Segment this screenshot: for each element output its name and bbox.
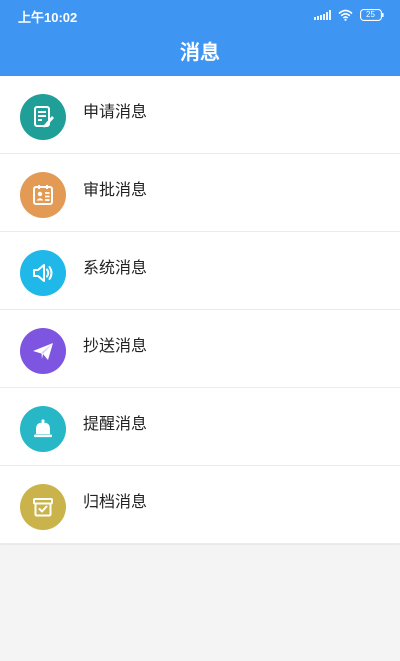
battery-icon: 25 <box>360 9 384 21</box>
message-label: 抄送消息 <box>83 336 148 355</box>
speaker-icon <box>20 250 66 296</box>
edit-document-icon <box>20 94 66 140</box>
messages-screen: 上午10:02 25 消息 申请消息 审批消息 系统消息 抄送消息 提醒消息 归… <box>0 0 400 661</box>
status-time: 上午10:02 <box>18 10 78 25</box>
message-item-application[interactable]: 申请消息 <box>0 76 400 154</box>
page-title: 消息 <box>180 40 220 64</box>
signal-icon <box>314 10 331 20</box>
message-item-cc[interactable]: 抄送消息 <box>0 310 400 388</box>
wifi-icon <box>338 9 353 21</box>
bell-icon <box>20 406 66 452</box>
message-item-system[interactable]: 系统消息 <box>0 232 400 310</box>
message-label: 归档消息 <box>83 492 148 511</box>
header: 上午10:02 25 消息 <box>0 0 400 76</box>
battery-level: 25 <box>366 10 375 19</box>
message-item-approval[interactable]: 审批消息 <box>0 154 400 232</box>
paper-plane-icon <box>20 328 66 374</box>
message-label: 系统消息 <box>83 258 148 277</box>
message-label: 提醒消息 <box>83 414 148 433</box>
message-list: 申请消息 审批消息 系统消息 抄送消息 提醒消息 归档消息 <box>0 76 400 544</box>
message-label: 申请消息 <box>83 102 148 121</box>
status-icons: 25 <box>314 8 384 22</box>
status-bar: 上午10:02 25 <box>0 0 400 30</box>
message-item-reminder[interactable]: 提醒消息 <box>0 388 400 466</box>
message-item-archive[interactable]: 归档消息 <box>0 466 400 544</box>
archive-box-icon <box>20 484 66 530</box>
id-card-icon <box>20 172 66 218</box>
message-label: 审批消息 <box>83 180 148 199</box>
